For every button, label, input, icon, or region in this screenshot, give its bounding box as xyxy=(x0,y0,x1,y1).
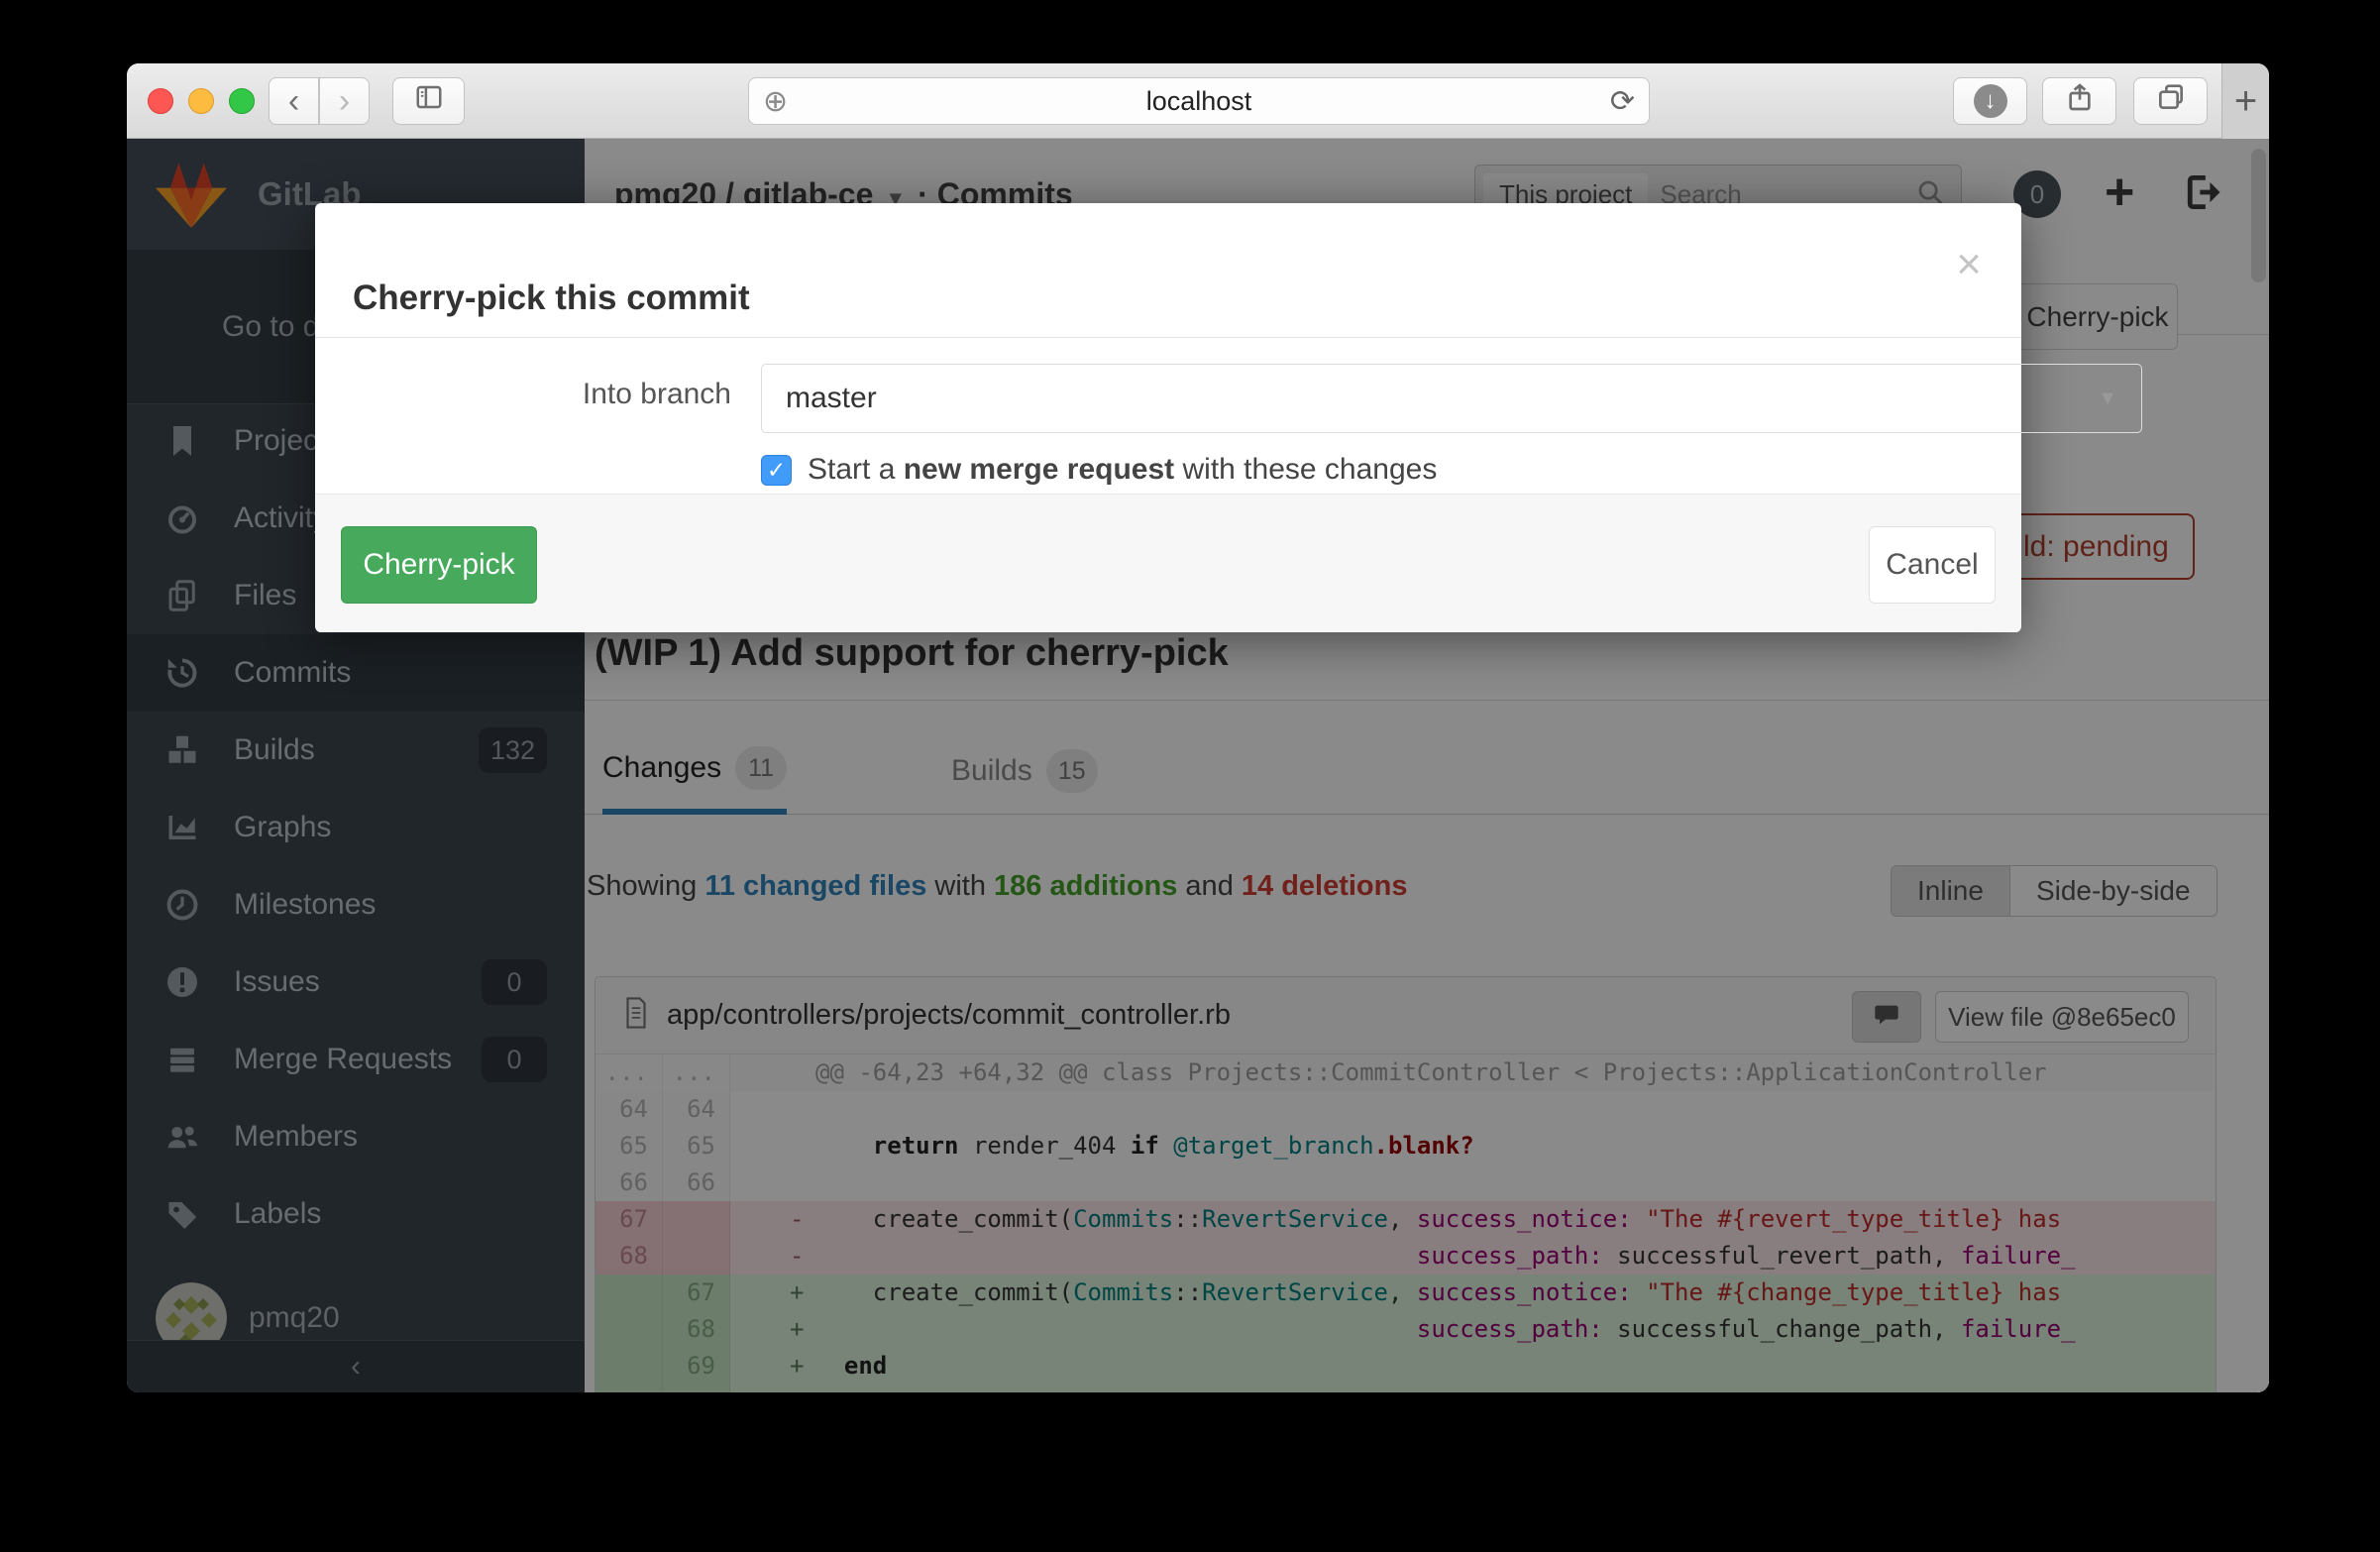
downloads-button[interactable]: ↓ xyxy=(1953,77,2027,125)
cherry-pick-modal: Cherry-pick this commit × Into branch ma… xyxy=(315,203,2021,632)
sidebar-toggle-button[interactable] xyxy=(392,77,465,125)
select-caret-icon: ▼ xyxy=(2098,388,2117,410)
modal-title: Cherry-pick this commit xyxy=(353,278,750,318)
minimize-window-button[interactable] xyxy=(188,88,214,114)
plus-icon: + xyxy=(2234,79,2257,124)
web-viewport: GitLab Go to d ProjectActivityFilesCommi… xyxy=(127,139,2269,1392)
start-mr-label[interactable]: Start a new merge request with these cha… xyxy=(808,453,1437,487)
forward-button[interactable]: › xyxy=(319,77,370,125)
show-tabs-button[interactable] xyxy=(2133,77,2208,125)
zoom-window-button[interactable] xyxy=(229,88,255,114)
page-scrollbar[interactable] xyxy=(2251,149,2266,282)
cancel-button[interactable]: Cancel xyxy=(1869,526,1996,604)
start-mr-checkbox-row: ✓ Start a new merge request with these c… xyxy=(761,453,1437,487)
cherry-pick-confirm-button[interactable]: Cherry-pick xyxy=(341,526,537,604)
browser-toolbar: ‹ › ⊕ localhost ⟳ ↓ + xyxy=(127,63,2269,139)
url-text: localhost xyxy=(749,86,1649,117)
refresh-icon[interactable]: ⟳ xyxy=(1610,84,1635,119)
back-button[interactable]: ‹ xyxy=(269,77,319,125)
sidebar-icon xyxy=(414,82,444,121)
into-branch-label: Into branch xyxy=(315,378,731,411)
forward-icon: › xyxy=(339,82,350,121)
close-icon[interactable]: × xyxy=(1956,243,1982,286)
checkbox-text-prefix: Start a xyxy=(808,453,904,486)
reader-plus-icon[interactable]: ⊕ xyxy=(763,84,788,119)
checkbox-text-bold: new merge request xyxy=(904,453,1174,486)
start-mr-checkbox[interactable]: ✓ xyxy=(761,455,792,486)
download-icon: ↓ xyxy=(1974,84,2007,118)
address-bar[interactable]: ⊕ localhost ⟳ xyxy=(748,77,1650,125)
browser-window: ‹ › ⊕ localhost ⟳ ↓ + xyxy=(127,63,2269,1392)
share-button[interactable] xyxy=(2042,77,2116,125)
modal-body: Into branch master ▼ ✓ Start a new merge… xyxy=(315,338,2021,494)
tabs-icon xyxy=(2155,81,2187,122)
checkbox-text-suffix: with these changes xyxy=(1174,453,1437,486)
share-icon xyxy=(2064,81,2096,122)
close-window-button[interactable] xyxy=(148,88,173,114)
modal-header: Cherry-pick this commit × xyxy=(315,203,2021,338)
back-icon: ‹ xyxy=(288,82,299,121)
screenshot-frame: ‹ › ⊕ localhost ⟳ ↓ + xyxy=(0,0,2380,1552)
branch-select[interactable]: master ▼ xyxy=(761,364,2142,433)
modal-footer: Cherry-pick Cancel xyxy=(315,494,2021,632)
new-tab-button[interactable]: + xyxy=(2221,63,2269,139)
branch-value: master xyxy=(786,382,877,415)
